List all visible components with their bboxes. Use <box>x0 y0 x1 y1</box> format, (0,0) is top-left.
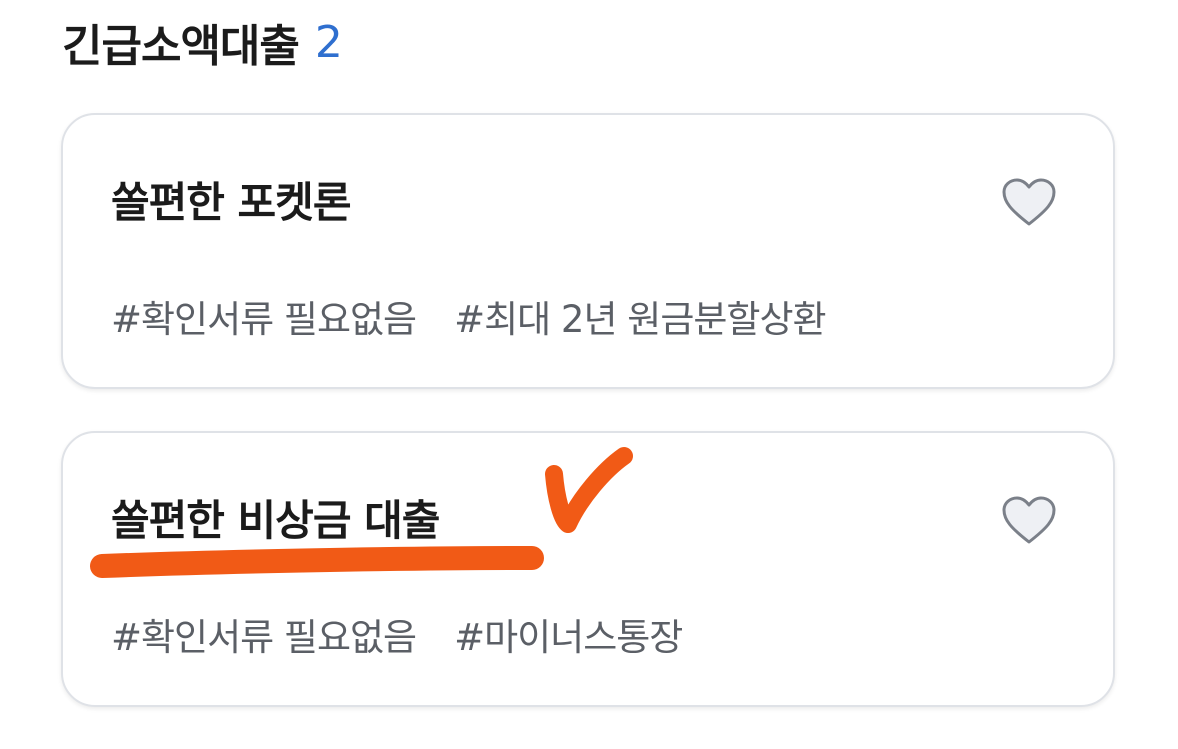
favorite-button[interactable] <box>1001 177 1057 229</box>
loan-card-title: 쏠편한 포켓론 <box>111 178 351 227</box>
loan-list-page: 긴급소액대출 2 쏠편한 포켓론 #확인서류 필요없음 #최대 2년 원금분할상… <box>0 0 1178 749</box>
tag-chip: #확인서류 필요없음 <box>111 298 417 341</box>
loan-card-tags: #확인서류 필요없음 #최대 2년 원금분할상환 <box>111 289 827 343</box>
loan-card-title: 쏠편한 비상금 대출 <box>111 496 440 545</box>
tag-chip: #확인서류 필요없음 <box>111 616 417 659</box>
loan-card-tags: #확인서류 필요없음 #마이너스통장 <box>111 607 683 661</box>
heart-outline-icon <box>1002 178 1056 226</box>
loan-card-emergency-loan[interactable]: 쏠편한 비상금 대출 #확인서류 필요없음 #마이너스통장 <box>61 431 1115 707</box>
section-count: 2 <box>314 16 343 68</box>
section-title: 긴급소액대출 <box>62 21 300 72</box>
heart-outline-icon <box>1002 496 1056 544</box>
favorite-button[interactable] <box>1001 495 1057 547</box>
loan-card-pocket-loan[interactable]: 쏠편한 포켓론 #확인서류 필요없음 #최대 2년 원금분할상환 <box>61 113 1115 389</box>
tag-chip: #마이너스통장 <box>454 616 683 659</box>
section-header: 긴급소액대출 2 <box>62 12 343 73</box>
tag-chip: #최대 2년 원금분할상환 <box>454 298 826 341</box>
